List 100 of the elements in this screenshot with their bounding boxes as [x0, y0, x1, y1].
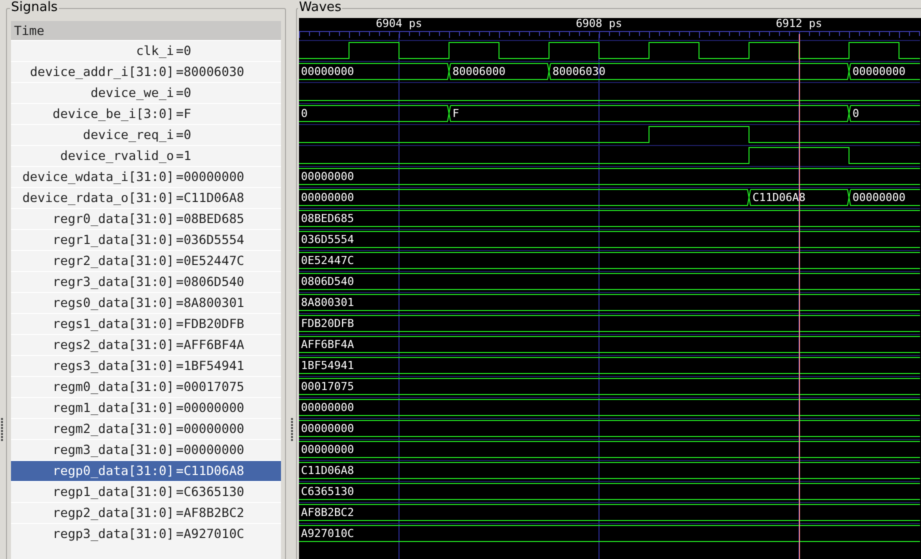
- signal-row[interactable]: regm0_data[31:0]=00017075: [11, 376, 281, 397]
- signal-name: regm0_data[31:0]: [52, 378, 174, 396]
- signal-name: regr1_data[31:0]: [52, 230, 174, 249]
- signal-name: device_rvalid_o: [59, 146, 174, 165]
- signal-name: regm1_data[31:0]: [52, 398, 174, 417]
- signal-name: clk_i: [135, 42, 174, 60]
- signal-name: device_addr_i[31:0]: [28, 62, 174, 81]
- signal-value: =08BED685: [176, 210, 244, 228]
- signal-value: =0E52447C: [176, 252, 244, 270]
- wave-value: 00000000: [301, 401, 354, 414]
- signal-name: regm3_data[31:0]: [52, 440, 174, 459]
- resize-handle[interactable]: [291, 418, 293, 441]
- wave-value: 036D5554: [301, 233, 354, 246]
- wave-value: F: [452, 107, 460, 120]
- signal-name: regm2_data[31:0]: [52, 420, 174, 438]
- wave-value: 00000000: [301, 65, 354, 78]
- signal-value: =C6365130: [176, 482, 244, 501]
- signal-row[interactable]: regp0_data[31:0]=C11D06A8: [11, 460, 281, 481]
- signal-row[interactable]: regr3_data[31:0]=0806D540: [11, 271, 281, 292]
- wave-value: 00000000: [301, 443, 354, 456]
- signal-value: =F: [176, 104, 192, 123]
- wave-value: 00017075: [301, 380, 354, 393]
- wave-value: 00000000: [852, 191, 906, 204]
- signal-value: =A927010C: [176, 524, 244, 543]
- signal-value: =AFF6BF4A: [176, 336, 244, 354]
- wave-value: 80006000: [452, 65, 506, 78]
- wave-value: FDB20DFB: [301, 317, 354, 330]
- signal-value: =C11D06A8: [176, 188, 244, 207]
- signal-name: regs0_data[31:0]: [52, 294, 174, 312]
- signal-value: =00000000: [176, 168, 244, 186]
- signal-name: regp2_data[31:0]: [52, 504, 174, 522]
- signal-value: =AF8B2BC2: [176, 504, 244, 522]
- signal-value: =00000000: [176, 440, 244, 459]
- wave-value: 0: [852, 107, 860, 120]
- signal-value: =C11D06A8: [176, 462, 244, 480]
- signal-row[interactable]: regr1_data[31:0]=036D5554: [11, 229, 281, 250]
- signal-name: device_wdata_i[31:0]: [21, 168, 174, 186]
- signal-row[interactable]: device_req_i=0: [11, 124, 281, 145]
- wave-value: C11D06A8: [301, 464, 354, 477]
- wave-value: A927010C: [301, 527, 354, 540]
- signal-name: regp0_data[31:0]: [52, 462, 174, 480]
- signal-name: device_be_i[3:0]: [52, 104, 174, 123]
- panel-title: Signals: [10, 0, 59, 16]
- wave-value: 1BF54941: [301, 359, 354, 372]
- signal-row[interactable]: regp3_data[31:0]=A927010C: [11, 523, 281, 544]
- signal-row[interactable]: clk_i=0: [11, 40, 281, 61]
- signal-row[interactable]: regp2_data[31:0]=AF8B2BC2: [11, 502, 281, 523]
- time-label: 6912 ps: [776, 18, 822, 30]
- signal-value: =00000000: [176, 398, 244, 417]
- signal-value: =0: [176, 42, 192, 60]
- resize-handle[interactable]: [1, 418, 3, 441]
- signal-row[interactable]: regm1_data[31:0]=00000000: [11, 397, 281, 418]
- wave-value: AF8B2BC2: [301, 506, 354, 519]
- signal-value: =1: [176, 146, 192, 165]
- signal-value: =0806D540: [176, 272, 244, 291]
- signal-name: regp1_data[31:0]: [52, 482, 174, 501]
- signal-name: regs1_data[31:0]: [52, 314, 174, 333]
- signal-name: regs2_data[31:0]: [52, 336, 174, 354]
- signal-value: =0: [176, 126, 192, 144]
- wave-value: 00000000: [301, 422, 354, 435]
- signal-name: regr0_data[31:0]: [52, 210, 174, 228]
- signal-value: =036D5554: [176, 230, 244, 249]
- wave-value: C6365130: [301, 485, 354, 498]
- time-label: 6908 ps: [576, 18, 622, 30]
- time-label: 6904 ps: [376, 18, 422, 30]
- signal-name: regr3_data[31:0]: [52, 272, 174, 291]
- signal-row[interactable]: regs1_data[31:0]=FDB20DFB: [11, 313, 281, 334]
- signal-name: device_req_i: [82, 126, 174, 144]
- signal-row[interactable]: regs2_data[31:0]=AFF6BF4A: [11, 334, 281, 355]
- wave-value: 08BED685: [301, 212, 354, 225]
- wave-value: 00000000: [301, 170, 354, 183]
- signal-name: regr2_data[31:0]: [52, 252, 174, 270]
- signal-value: =00017075: [176, 378, 244, 396]
- signal-row[interactable]: regr2_data[31:0]=0E52447C: [11, 250, 281, 271]
- signal-row[interactable]: device_rvalid_o=1: [11, 145, 281, 166]
- signal-row[interactable]: device_we_i=0: [11, 82, 281, 103]
- signal-row[interactable]: device_wdata_i[31:0]=00000000: [11, 166, 281, 187]
- signal-name: regp3_data[31:0]: [52, 524, 174, 543]
- signal-name: device_rdata_o[31:0]: [21, 188, 174, 207]
- signal-name: regs3_data[31:0]: [52, 356, 174, 375]
- signal-value: =0: [176, 84, 192, 102]
- signal-value: =80006030: [176, 62, 244, 81]
- signal-name: device_we_i: [90, 84, 174, 102]
- signal-row[interactable]: regr0_data[31:0]=08BED685: [11, 208, 281, 229]
- signal-row[interactable]: device_addr_i[31:0]=80006030: [11, 61, 281, 82]
- signal-value: =8A800301: [176, 294, 244, 312]
- wave-value: 0: [301, 107, 308, 120]
- signal-row[interactable]: device_be_i[3:0]=F: [11, 103, 281, 124]
- wave-value: 0806D540: [301, 275, 354, 288]
- wave-value: 0E52447C: [301, 254, 354, 267]
- signal-row[interactable]: regs0_data[31:0]=8A800301: [11, 292, 281, 313]
- signal-value: =00000000: [176, 420, 244, 438]
- signal-row[interactable]: regs3_data[31:0]=1BF54941: [11, 355, 281, 376]
- wave-value: 00000000: [301, 191, 354, 204]
- signal-row[interactable]: regm2_data[31:0]=00000000: [11, 418, 281, 439]
- signal-value: =FDB20DFB: [176, 314, 244, 333]
- wave-value: AFF6BF4A: [301, 338, 354, 351]
- signal-row[interactable]: regp1_data[31:0]=C6365130: [11, 481, 281, 502]
- wave-value: 8A800301: [301, 296, 354, 309]
- signal-row[interactable]: device_rdata_o[31:0]=C11D06A8: [11, 187, 281, 208]
